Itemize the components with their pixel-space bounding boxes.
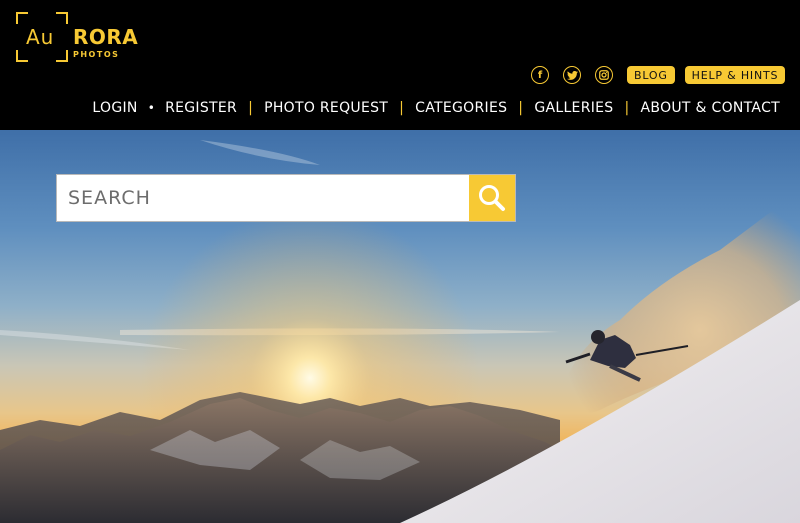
logo-text-au: Au: [26, 25, 55, 49]
nav-separator: |: [518, 100, 524, 116]
search-bar: [56, 174, 516, 222]
nav-login[interactable]: LOGIN: [92, 100, 137, 116]
nav-separator: |: [248, 100, 254, 116]
logo-text-photos: PHOTOS: [73, 50, 120, 59]
nav-galleries[interactable]: GALLERIES: [534, 100, 613, 116]
nav-separator: |: [399, 100, 405, 116]
nav-photo-request[interactable]: PHOTO REQUEST: [264, 100, 388, 116]
nav-dot: •: [147, 101, 156, 115]
nav-categories[interactable]: CATEGORIES: [415, 100, 507, 116]
nav-separator: |: [624, 100, 630, 116]
main-nav: LOGIN • REGISTER | PHOTO REQUEST | CATEG…: [92, 97, 780, 119]
site-header: Au RORA PHOTOS f BLOG HELP & HINTS LOGIN…: [0, 0, 800, 130]
search-icon: [479, 185, 505, 211]
instagram-icon[interactable]: [595, 66, 613, 84]
help-hints-button[interactable]: HELP & HINTS: [684, 66, 786, 84]
logo-text-rora: RORA: [73, 25, 139, 49]
aurora-logo[interactable]: Au RORA PHOTOS: [16, 12, 146, 66]
facebook-icon[interactable]: f: [531, 66, 549, 84]
search-input[interactable]: [57, 175, 469, 221]
twitter-icon[interactable]: [563, 66, 581, 84]
social-links: f BLOG HELP & HINTS: [531, 64, 786, 86]
blog-button[interactable]: BLOG: [627, 66, 675, 84]
search-button[interactable]: [469, 175, 515, 221]
nav-register[interactable]: REGISTER: [165, 100, 237, 116]
nav-about-contact[interactable]: ABOUT & CONTACT: [641, 100, 780, 116]
